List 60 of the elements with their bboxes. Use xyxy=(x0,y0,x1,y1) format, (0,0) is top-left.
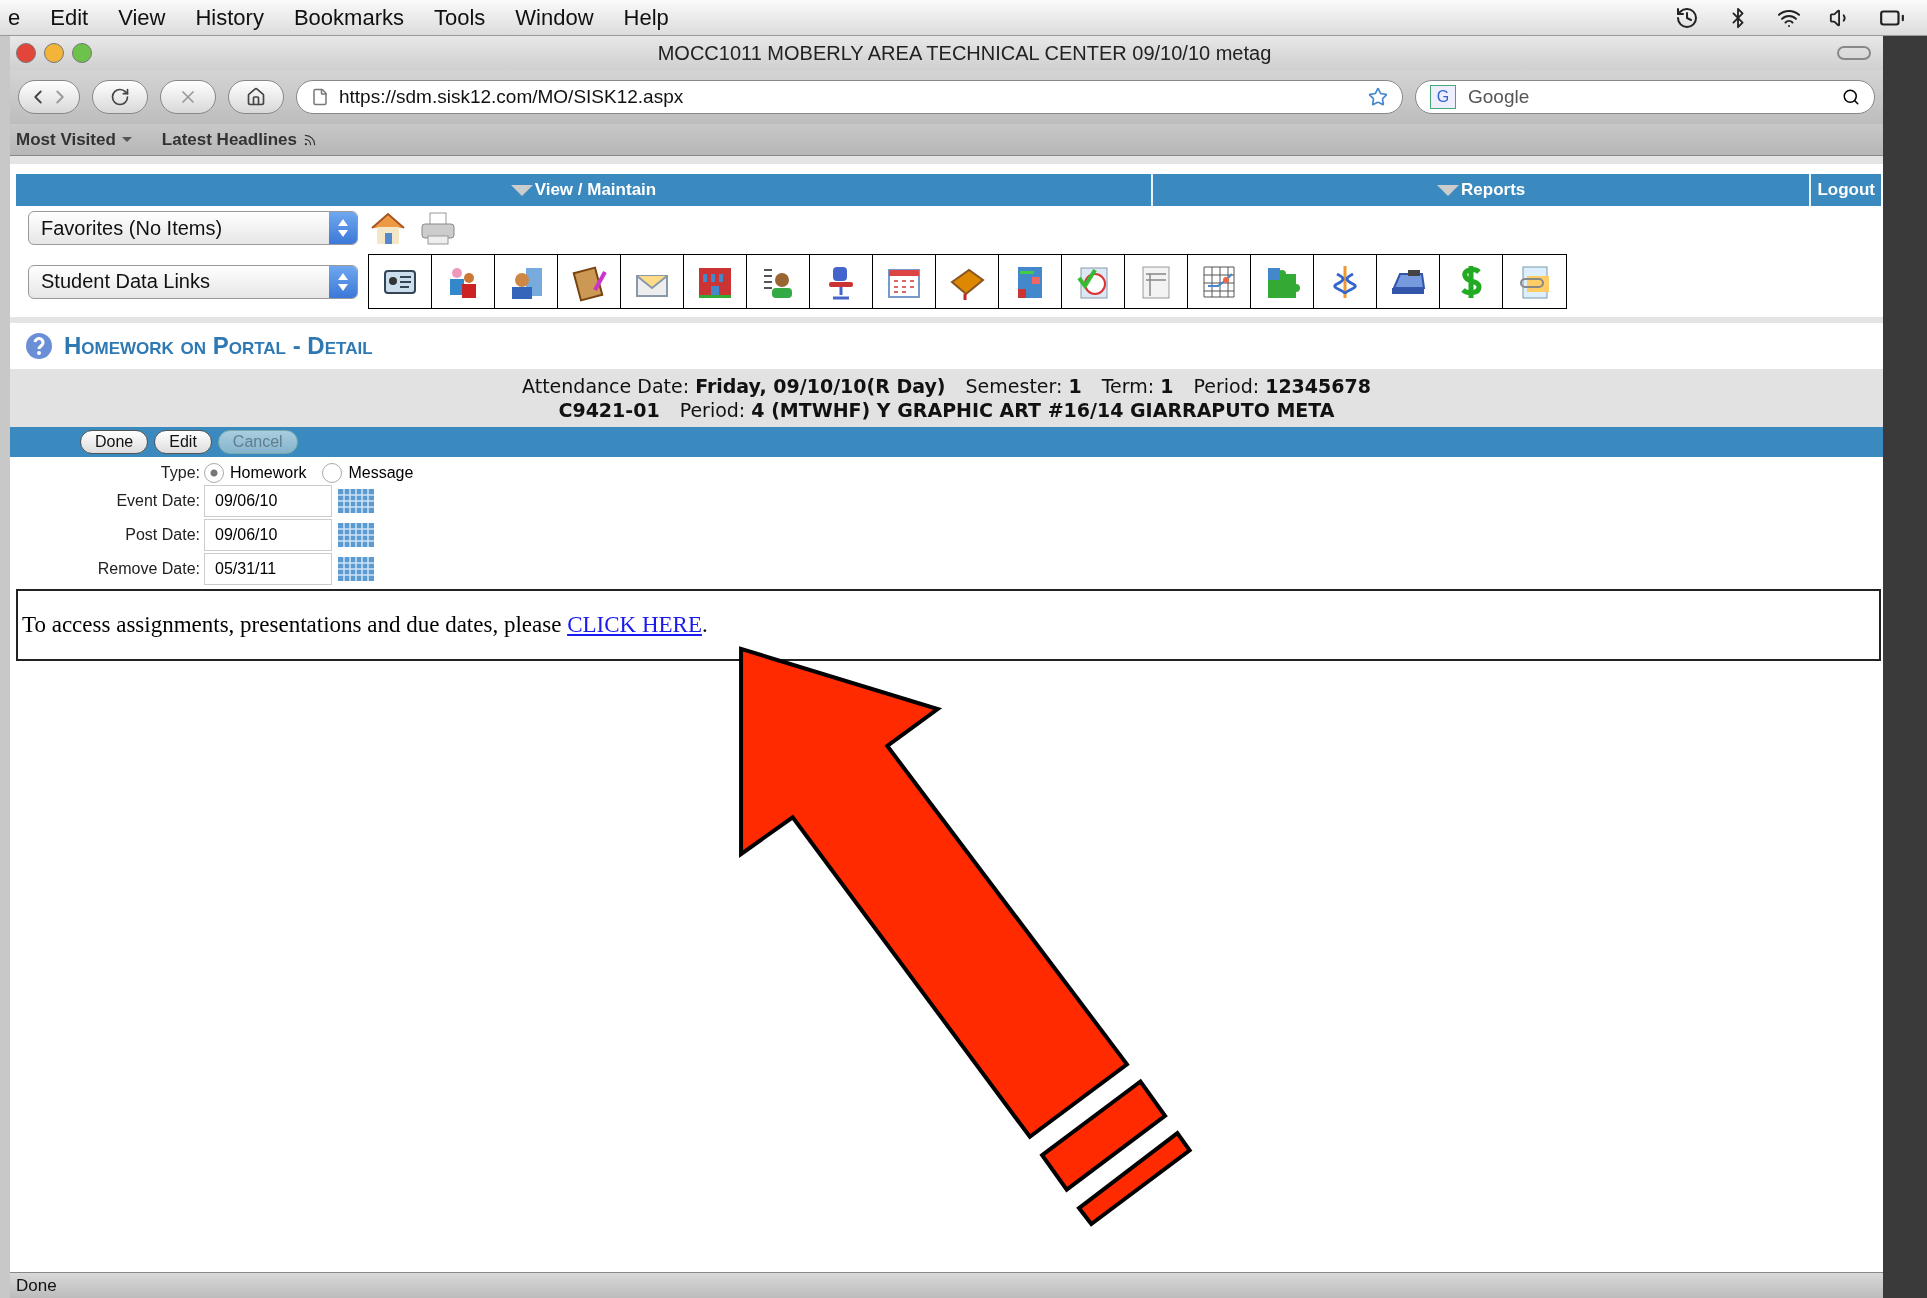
reload-button[interactable] xyxy=(92,80,148,114)
click-here-link[interactable]: CLICK HERE xyxy=(567,612,702,637)
menu-item[interactable]: View xyxy=(118,4,166,31)
menu-item[interactable]: Edit xyxy=(50,4,89,31)
field-label: Event Date: xyxy=(115,492,200,510)
radio-button[interactable] xyxy=(322,463,343,483)
info-field: Period: 12345678 xyxy=(1193,375,1371,397)
field-label: Type: xyxy=(159,464,200,482)
reload-icon xyxy=(110,87,130,107)
menu-item[interactable]: e xyxy=(8,4,21,31)
action-button[interactable]: Done xyxy=(80,430,149,454)
menu-item[interactable]: Window xyxy=(515,4,594,31)
message-text: To access assignments, presentations and due dates, please CLICK HERE. xyxy=(22,612,708,638)
search-engine-badge[interactable]: G xyxy=(1430,85,1456,109)
home-button[interactable] xyxy=(228,80,284,114)
nav-menu-tab[interactable]: View / Maintain xyxy=(16,174,1153,206)
date-field[interactable]: 09/06/10 xyxy=(204,519,332,551)
menu-item[interactable]: Bookmarks xyxy=(293,4,404,31)
info-field: Period: 4 (MTWHF) Y GRAPHIC ART #16/14 GIARRAPUTO META xyxy=(679,399,1335,421)
menu-item[interactable]: History xyxy=(195,4,264,31)
help-icon[interactable] xyxy=(24,331,54,361)
menu-item[interactable]: Help xyxy=(623,4,669,31)
page-heading: Homework on Portal - Detail xyxy=(64,332,373,360)
course-code: C9421-01 xyxy=(558,399,660,421)
search-icon[interactable] xyxy=(1842,88,1860,106)
stop-button[interactable] xyxy=(160,80,216,114)
star-icon[interactable] xyxy=(1368,87,1388,107)
search-field[interactable]: G Google xyxy=(1415,80,1875,114)
address-field[interactable]: https://sdm.sisk12.com/MO/SISK12.aspx xyxy=(296,80,1403,114)
feed-icon xyxy=(302,132,317,147)
minimize-button[interactable] xyxy=(44,43,64,63)
clock-icon[interactable] xyxy=(1675,5,1699,30)
status-text: Done xyxy=(16,1275,57,1296)
links-dropdown[interactable]: Student Data Links xyxy=(28,264,358,299)
field-label: Remove Date: xyxy=(96,560,200,578)
date-field[interactable]: 05/31/11 xyxy=(204,553,332,585)
bookmark-item[interactable]: Latest Headlines xyxy=(161,129,317,150)
up-down-arrows-icon xyxy=(338,272,348,291)
action-button[interactable]: Edit xyxy=(154,430,212,454)
nav-menu-tab[interactable]: Reports xyxy=(1152,174,1812,206)
info-field: Semester: 1 xyxy=(965,375,1082,397)
favorites-dropdown[interactable]: Favorites (No Items) xyxy=(28,211,358,245)
page-icon xyxy=(311,88,329,106)
window-title: MOCC1011 MOBERLY AREA TECHNICAL CENTER 09/10/10 metag xyxy=(656,41,1273,65)
close-button[interactable] xyxy=(16,43,36,63)
logout-link[interactable]: Logout xyxy=(1811,174,1881,206)
bookmark-item[interactable]: Most Visited xyxy=(16,129,134,150)
menu-item[interactable]: Tools xyxy=(433,4,486,31)
zoom-button[interactable] xyxy=(72,43,92,63)
toolbar-toggle-button[interactable] xyxy=(1837,46,1871,60)
up-down-arrows-icon xyxy=(338,219,348,237)
home-icon xyxy=(246,87,266,107)
radio-button[interactable] xyxy=(204,463,224,483)
date-field[interactable]: 09/06/10 xyxy=(204,485,332,517)
field-label: Post Date: xyxy=(124,526,200,544)
info-field: Term: 1 xyxy=(1101,375,1174,397)
search-input[interactable]: Google xyxy=(1466,85,1832,109)
radio-label: Homework xyxy=(230,464,307,482)
radio-label: Message xyxy=(348,464,414,482)
info-field: Attendance Date: Friday, 09/10/10(R Day) xyxy=(522,375,946,397)
